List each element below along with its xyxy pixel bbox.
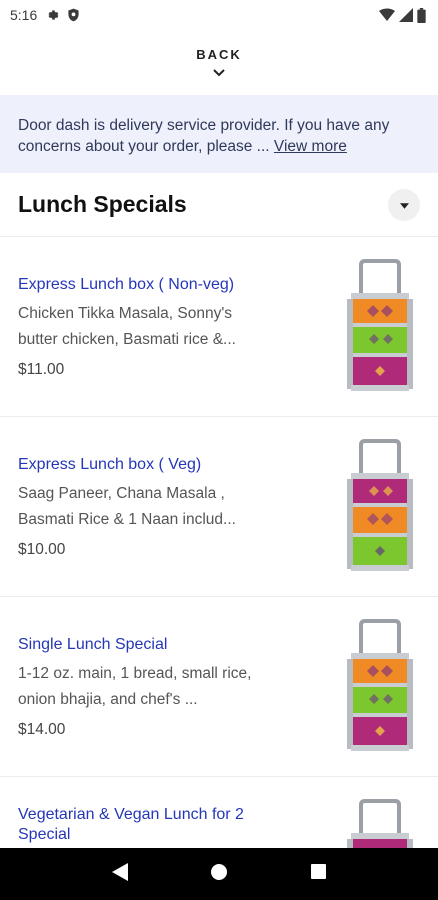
status-right — [379, 7, 426, 23]
item-description: Chicken Tikka Masala, Sonny's butter chi… — [18, 305, 236, 348]
tiffin-image — [347, 619, 413, 751]
item-price: $14.00 — [18, 721, 66, 738]
view-more-link[interactable]: View more — [274, 138, 347, 155]
system-nav-bar — [0, 848, 438, 900]
item-name: Single Lunch Special — [18, 636, 168, 653]
menu-item[interactable]: Express Lunch box ( Veg) Saag Paneer, Ch… — [0, 417, 438, 597]
signal-icon — [399, 8, 413, 22]
tiffin-image — [347, 439, 413, 571]
menu-item[interactable]: Vegetarian & Vegan Lunch for 2 Special — [0, 777, 438, 852]
menu-item-text: Single Lunch Special 1-12 oz. main, 1 br… — [18, 597, 273, 776]
recents-square-icon[interactable] — [311, 864, 327, 884]
back-label: BACK — [196, 47, 242, 62]
item-image — [340, 597, 420, 776]
section-title: Lunch Specials — [18, 191, 187, 217]
item-name: Express Lunch box ( Non-veg) — [18, 276, 235, 293]
delivery-notice: Door dash is delivery service provider. … — [0, 95, 438, 173]
tiffin-image — [347, 259, 413, 391]
menu-item-text: Vegetarian & Vegan Lunch for 2 Special — [18, 777, 273, 851]
menu-item[interactable]: Express Lunch box ( Non-veg) Chicken Tik… — [0, 237, 438, 417]
back-button[interactable]: BACK — [0, 30, 438, 95]
chevron-down-icon — [213, 64, 225, 82]
item-name: Vegetarian & Vegan Lunch for 2 Special — [18, 806, 244, 843]
tiffin-image — [347, 799, 413, 851]
item-description: Saag Paneer, Chana Masala , Basmati Rice… — [18, 485, 236, 528]
shield-icon — [67, 8, 80, 22]
section-dropdown-button[interactable] — [388, 188, 420, 221]
item-price: $11.00 — [18, 361, 65, 378]
item-name: Express Lunch box ( Veg) — [18, 456, 202, 473]
status-time: 5:16 — [10, 7, 38, 23]
status-left: 5:16 — [10, 7, 80, 23]
item-price: $10.00 — [18, 541, 66, 558]
item-image — [340, 237, 420, 416]
caret-down-icon — [399, 196, 409, 214]
section-header: Lunch Specials — [0, 173, 438, 237]
wifi-icon — [379, 8, 395, 22]
battery-icon — [417, 7, 426, 23]
home-circle-icon[interactable] — [211, 863, 228, 885]
item-description: 1-12 oz. main, 1 bread, small rice, onio… — [18, 665, 252, 708]
menu-item-text: Express Lunch box ( Non-veg) Chicken Tik… — [18, 237, 273, 416]
menu-list: Express Lunch box ( Non-veg) Chicken Tik… — [0, 237, 438, 852]
status-bar: 5:16 — [0, 0, 438, 30]
back-triangle-icon[interactable] — [111, 862, 128, 886]
gear-icon — [45, 8, 59, 22]
menu-item[interactable]: Single Lunch Special 1-12 oz. main, 1 br… — [0, 597, 438, 777]
item-image — [340, 777, 420, 851]
item-image — [340, 417, 420, 596]
menu-item-text: Express Lunch box ( Veg) Saag Paneer, Ch… — [18, 417, 273, 596]
